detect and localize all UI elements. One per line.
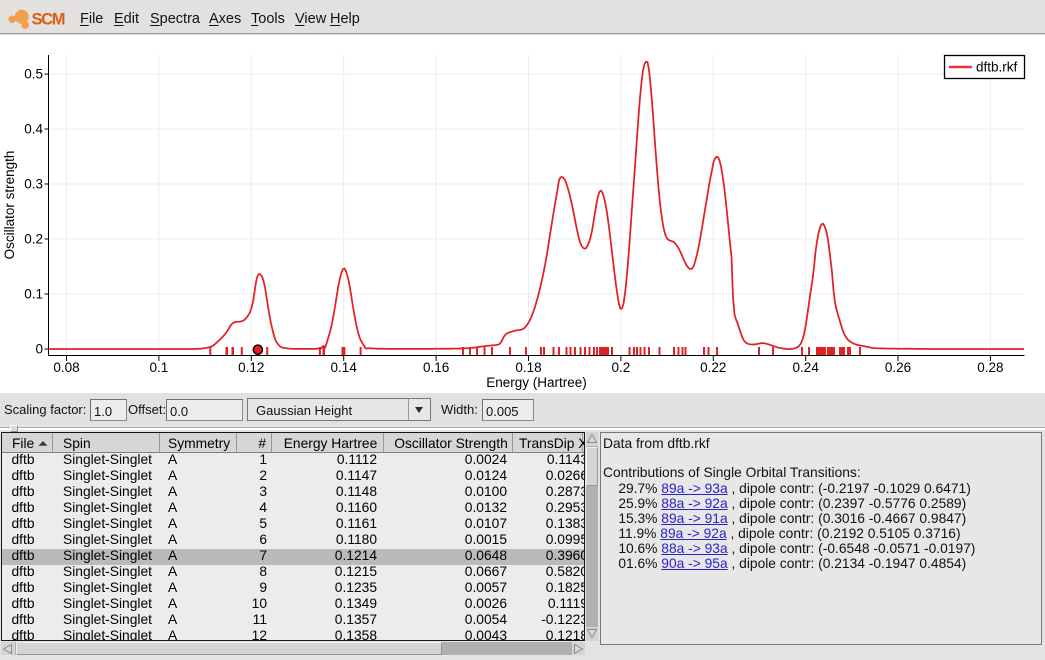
svg-text:0.5: 0.5 [24, 67, 43, 82]
svg-text:0.24: 0.24 [793, 360, 820, 375]
svg-text:0.14: 0.14 [331, 360, 358, 375]
svg-text:0.22: 0.22 [700, 360, 726, 375]
svg-text:dftb.rkf: dftb.rkf [976, 60, 1018, 75]
svg-text:0.1: 0.1 [150, 360, 169, 375]
svg-text:0.4: 0.4 [24, 122, 43, 137]
svg-text:0.18: 0.18 [515, 360, 541, 375]
svg-text:Energy (Hartree): Energy (Hartree) [486, 375, 587, 390]
svg-text:0.08: 0.08 [53, 360, 79, 375]
svg-text:0.12: 0.12 [238, 360, 264, 375]
svg-text:0: 0 [35, 342, 43, 357]
svg-text:0.3: 0.3 [24, 177, 43, 192]
svg-text:SCM: SCM [32, 11, 66, 29]
svg-text:0.2: 0.2 [24, 232, 43, 247]
svg-text:0.28: 0.28 [977, 360, 1003, 375]
svg-text:0.16: 0.16 [423, 360, 449, 375]
svg-text:0.1: 0.1 [24, 287, 43, 302]
svg-text:0.2: 0.2 [612, 360, 631, 375]
svg-text:0.26: 0.26 [885, 360, 911, 375]
svg-text:Oscillator strength: Oscillator strength [2, 151, 17, 260]
